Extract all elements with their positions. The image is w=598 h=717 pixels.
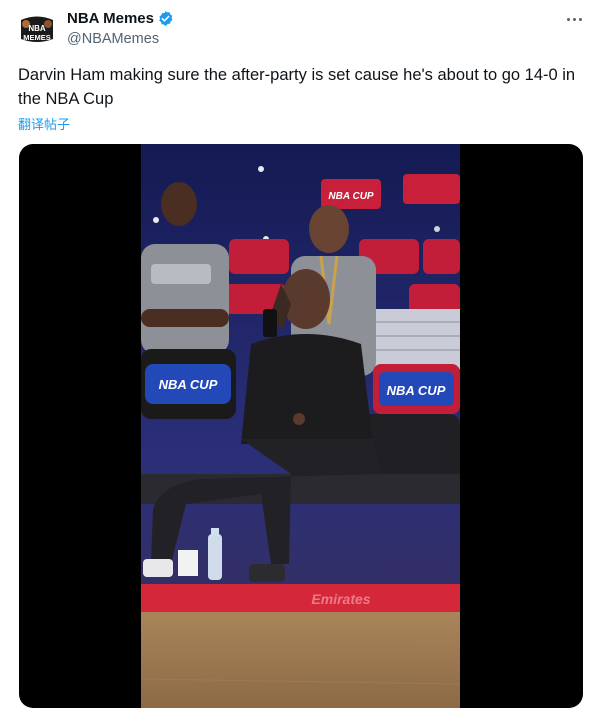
video-still: NBA CUP NBA CUP NBA CUP Emirates <box>141 144 460 708</box>
author-name[interactable]: NBA Memes <box>67 10 154 27</box>
video-frame[interactable]: NBA CUP NBA CUP NBA CUP Emirates <box>141 144 460 708</box>
nba-memes-logo: NBA MEMES <box>17 11 57 51</box>
seat-nba-cup-left: NBA CUP <box>159 377 218 392</box>
court-signage: Emirates <box>311 591 370 607</box>
author-handle[interactable]: @NBAMemes <box>67 31 159 47</box>
banner-nba-cup-top: NBA CUP <box>328 191 374 202</box>
avatar[interactable]: NBA MEMES <box>17 11 57 51</box>
post-text: Darvin Ham making sure the after-party i… <box>18 66 576 108</box>
author-name-row: NBA Memes <box>67 10 174 27</box>
tweet: NBA MEMES NBA Memes @NBAMemes Darvin Ham… <box>0 0 598 717</box>
avatar-logo-line1: NBA <box>28 24 46 33</box>
video-player[interactable]: NBA CUP NBA CUP NBA CUP Emirates <box>19 144 583 708</box>
avatar-logo-line2: MEMES <box>23 33 51 42</box>
more-options-icon[interactable] <box>560 8 588 30</box>
seat-nba-cup-right: NBA CUP <box>387 383 446 398</box>
translate-post-link[interactable]: 翻译帖子 <box>18 114 70 133</box>
verified-badge-icon <box>157 10 174 27</box>
